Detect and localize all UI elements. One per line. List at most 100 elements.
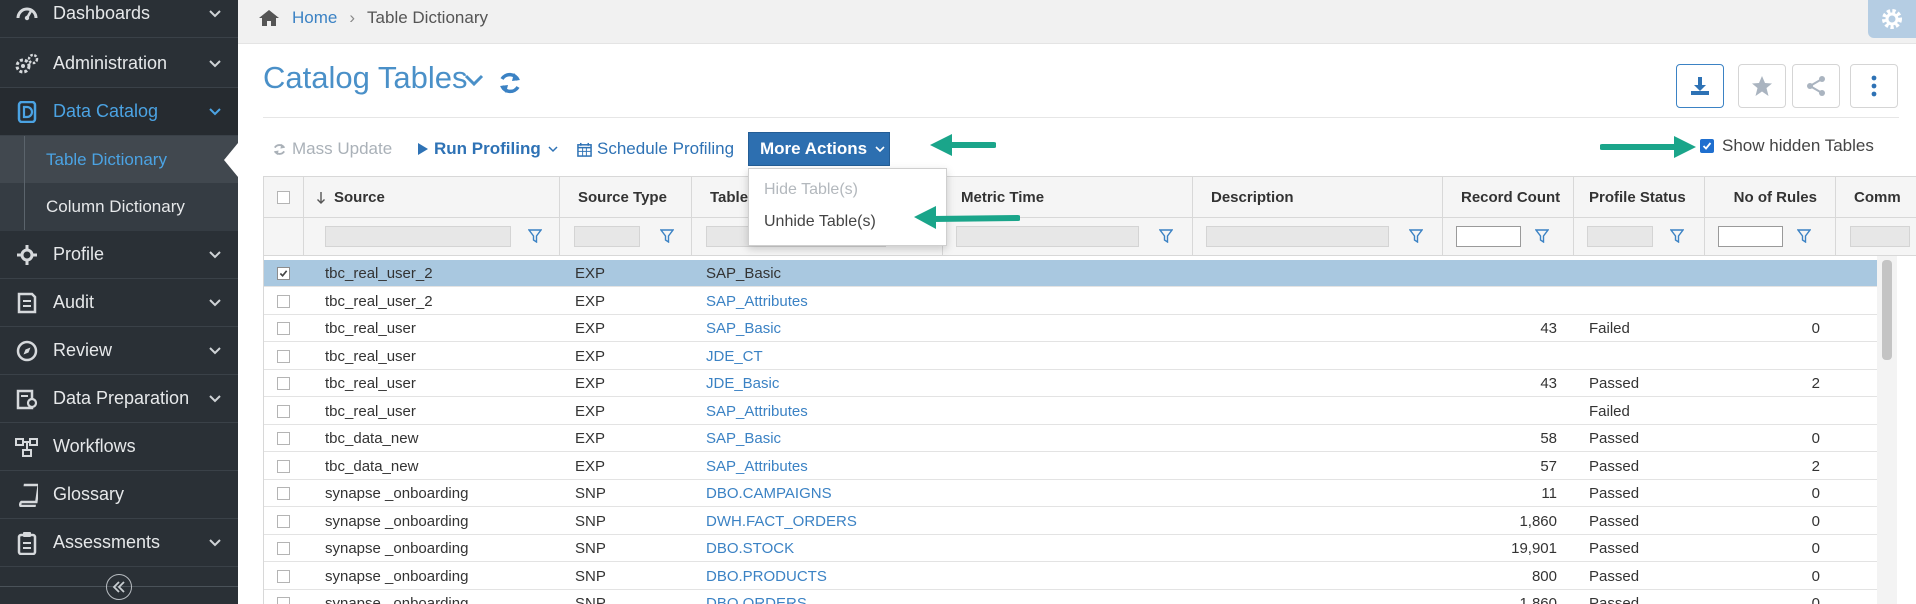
row-checkbox[interactable] — [277, 294, 290, 308]
sidebar-item-administration[interactable]: Administration — [0, 40, 238, 88]
record-count-filter-input[interactable] — [1456, 226, 1521, 247]
filter-funnel-icon[interactable] — [1535, 229, 1549, 243]
comments-filter-input[interactable] — [1850, 226, 1910, 247]
table-row[interactable]: tbc_real_user EXP SAP_Basic 43 Failed 0 — [264, 315, 1877, 342]
row-checkbox[interactable] — [277, 569, 290, 583]
sidebar-item-profile[interactable]: Profile — [0, 231, 238, 279]
sidebar-item-workflows[interactable]: Workflows — [0, 423, 238, 471]
column-header-description[interactable]: Description — [1193, 177, 1443, 218]
table-row[interactable]: tbc_real_user EXP JDE_CT — [264, 343, 1877, 370]
sidebar-item-review[interactable]: Review — [0, 327, 238, 375]
filter-funnel-icon[interactable] — [1670, 229, 1684, 243]
table-row[interactable]: tbc_real_user_2 EXP SAP_Basic — [264, 260, 1877, 287]
cell-table-name[interactable]: DBO.PRODUCTS — [706, 563, 936, 590]
row-checkbox[interactable] — [277, 514, 290, 528]
sidebar-item-data-preparation[interactable]: Data Preparation — [0, 375, 238, 423]
table-row[interactable]: tbc_data_new EXP SAP_Basic 58 Passed 0 — [264, 425, 1877, 452]
profile-status-filter-input[interactable] — [1587, 226, 1653, 247]
table-row[interactable]: tbc_real_user EXP SAP_Attributes Failed — [264, 398, 1877, 425]
table-row[interactable]: synapse _onboarding SNP DBO.STOCK 19,901 Pas… — [264, 535, 1877, 562]
column-header-source-type[interactable]: Source Type — [560, 177, 692, 218]
sidebar-item-audit[interactable]: Audit — [0, 279, 238, 327]
refresh-icon[interactable] — [497, 70, 523, 96]
cell-record-count: 11 — [1541, 485, 1557, 502]
download-button[interactable] — [1676, 64, 1724, 108]
cell-table-name[interactable]: SAP_Basic — [706, 425, 936, 452]
show-hidden-checkbox[interactable] — [1700, 139, 1714, 153]
sidebar-item-assessments[interactable]: Assessments — [0, 519, 238, 567]
cell-table-name[interactable]: SAP_Attributes — [706, 398, 936, 425]
cell-record-count — [1443, 398, 1557, 425]
cell-table-name[interactable]: SAP_Basic — [706, 315, 936, 342]
filter-funnel-icon[interactable] — [528, 229, 542, 243]
settings-corner-button[interactable] — [1868, 0, 1916, 38]
column-header-source[interactable]: Source — [304, 177, 560, 218]
column-header-no-of-rules[interactable]: No of Rules — [1705, 177, 1836, 218]
filter-funnel-icon[interactable] — [1409, 229, 1423, 243]
more-options-button[interactable] — [1850, 64, 1898, 108]
unhide-tables-menu-item[interactable]: Unhide Table(s) — [764, 213, 876, 231]
source-type-filter-input[interactable] — [574, 226, 640, 247]
row-checkbox[interactable] — [277, 349, 290, 363]
no-of-rules-filter-input[interactable] — [1718, 226, 1783, 247]
hide-tables-menu-item[interactable]: Hide Table(s) — [764, 181, 858, 199]
row-checkbox[interactable] — [277, 432, 290, 445]
cell-table-name[interactable]: DWH.FACT_ORDERS — [706, 508, 936, 535]
cell-record-count: 43 — [1540, 375, 1557, 392]
mass-update-button[interactable]: Mass Update — [272, 138, 392, 160]
cell-table-name[interactable]: SAP_Attributes — [706, 288, 936, 315]
sidebar-item-dashboards[interactable]: Dashboards — [0, 0, 238, 38]
home-icon[interactable] — [258, 9, 280, 27]
table-row[interactable]: synapse _onboarding SNP DWH.FACT_ORDERS 1,8… — [264, 508, 1877, 535]
show-hidden-label: Show hidden Tables — [1722, 136, 1874, 155]
column-header-record-count[interactable]: Record Count — [1443, 177, 1574, 218]
run-profiling-button[interactable]: Run Profiling — [417, 138, 558, 160]
more-actions-button[interactable]: More Actions — [748, 132, 890, 166]
table-row[interactable]: synapse _onboarding SNP DBO.CAMPAIGNS 11 Pas… — [264, 480, 1877, 507]
table-row[interactable]: tbc_real_user_2 EXP SAP_Attributes — [264, 288, 1877, 315]
cell-record-count: 800 — [1531, 567, 1557, 585]
row-checkbox[interactable] — [277, 542, 290, 555]
row-checkbox[interactable] — [277, 377, 290, 390]
show-hidden-tables-toggle[interactable]: Show hidden Tables — [1700, 136, 1874, 156]
collapse-sidebar-button[interactable] — [106, 574, 132, 600]
cell-table-name[interactable]: DBO.CAMPAIGNS — [706, 480, 936, 507]
select-all-checkbox[interactable] — [277, 191, 290, 204]
double-chevron-left-icon — [112, 581, 125, 593]
filter-funnel-icon[interactable] — [1797, 229, 1811, 243]
sidebar-subitem-table-dictionary[interactable]: Table Dictionary — [0, 136, 238, 183]
table-row[interactable]: tbc_real_user EXP JDE_Basic 43 Passed 2 — [264, 370, 1877, 397]
row-checkbox[interactable] — [277, 459, 290, 473]
sidebar-item-glossary[interactable]: Glossary — [0, 471, 238, 519]
sidebar-item-data-catalog[interactable]: Data Catalog — [0, 88, 238, 136]
cell-table-name[interactable]: JDE_Basic — [706, 370, 936, 397]
cell-profile-status — [1589, 288, 1699, 315]
filter-funnel-icon[interactable] — [1159, 229, 1173, 243]
row-checkbox[interactable] — [277, 322, 290, 335]
cell-table-name[interactable]: SAP_Attributes — [706, 453, 936, 480]
sidebar-subitem-column-dictionary[interactable]: Column Dictionary — [0, 183, 238, 230]
favorite-button[interactable] — [1738, 64, 1786, 108]
schedule-profiling-button[interactable]: Schedule Profiling — [577, 138, 734, 160]
column-header-profile-status[interactable]: Profile Status — [1574, 177, 1705, 218]
filter-funnel-icon[interactable] — [660, 229, 674, 243]
table-row[interactable]: synapse _onboarding SNP DBO.PRODUCTS 800 Pas… — [264, 563, 1877, 590]
column-header-comments[interactable]: Comm — [1836, 177, 1916, 218]
cell-table-name[interactable]: DBO.STOCK — [706, 535, 936, 562]
description-filter-input[interactable] — [1206, 226, 1389, 247]
cell-table-name[interactable]: DBO.ORDERS — [706, 590, 936, 604]
title-chevron-down-icon[interactable] — [463, 70, 485, 90]
row-checkbox[interactable] — [277, 267, 290, 280]
row-checkbox[interactable] — [277, 404, 290, 418]
vertical-scrollbar-thumb[interactable] — [1882, 260, 1892, 360]
table-row[interactable]: tbc_data_new EXP SAP_Attributes 57 Passed 2 — [264, 453, 1877, 480]
row-checkbox[interactable] — [277, 597, 290, 604]
table-row[interactable]: synapse _onboarding SNP DBO.ORDERS 1,860 Pas… — [264, 590, 1877, 604]
column-header-label: Comm — [1854, 189, 1901, 206]
cell-table-name[interactable]: JDE_CT — [706, 343, 936, 370]
share-button[interactable] — [1792, 64, 1840, 108]
breadcrumb-home-link[interactable]: Home — [292, 8, 337, 28]
source-filter-input[interactable] — [325, 226, 511, 247]
cell-record-count: 58 — [1540, 430, 1557, 447]
row-checkbox[interactable] — [277, 487, 290, 500]
